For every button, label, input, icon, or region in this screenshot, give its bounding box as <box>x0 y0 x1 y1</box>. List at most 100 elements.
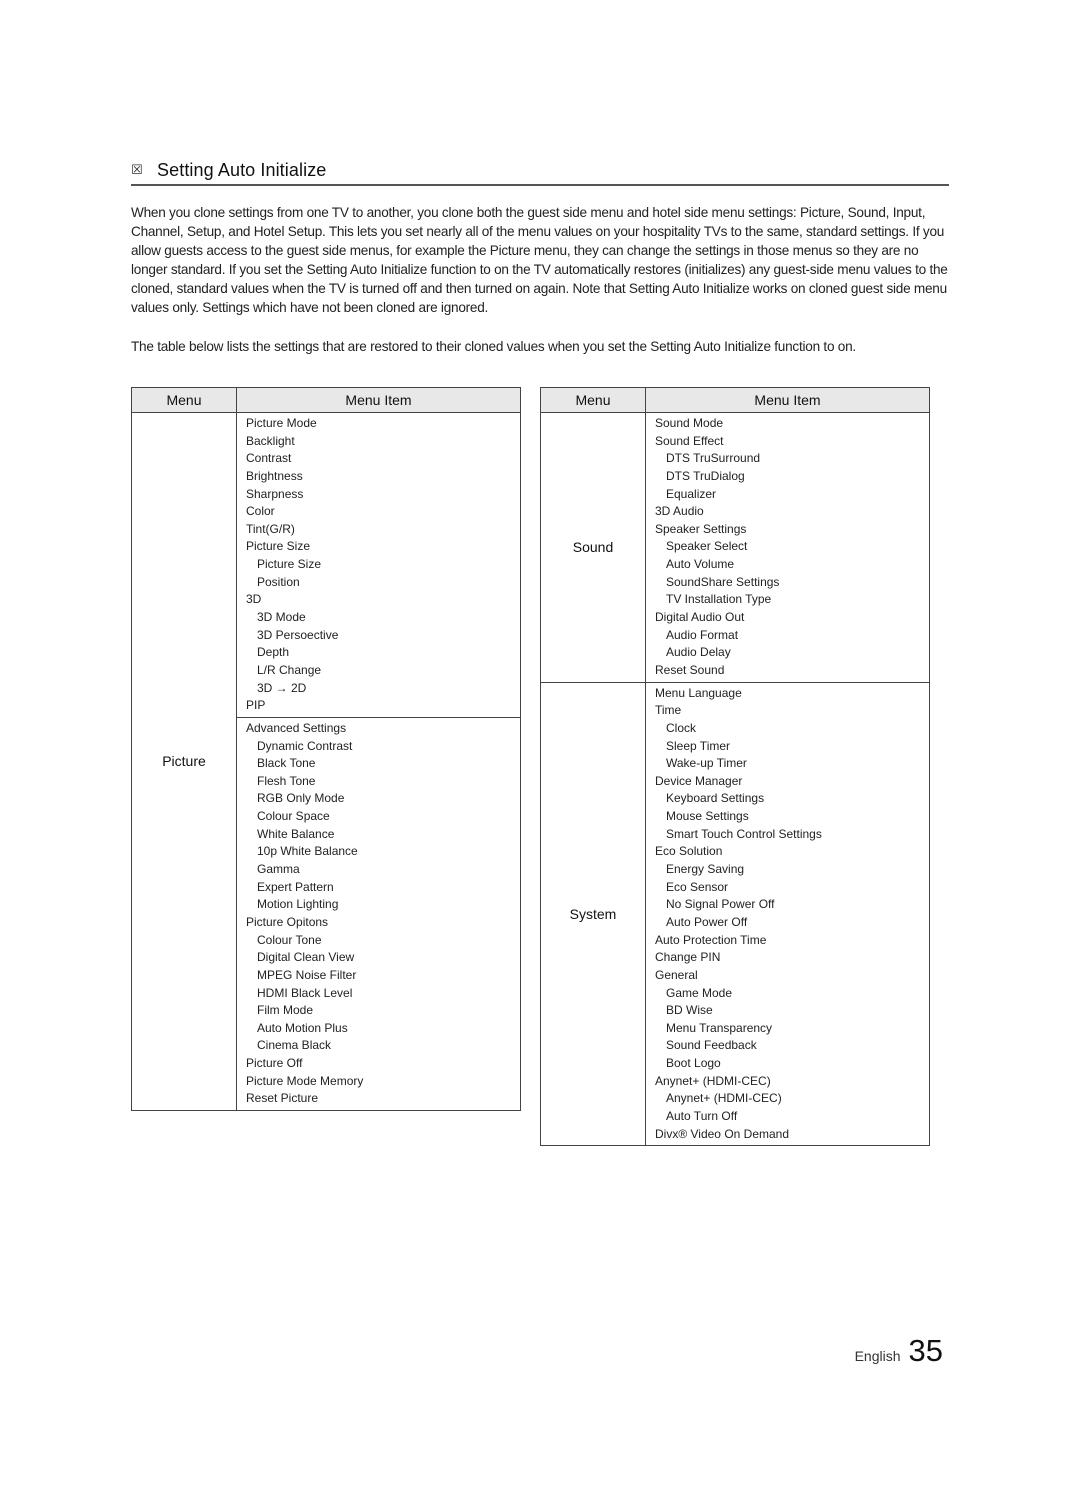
menu-item: Picture Mode <box>246 416 317 430</box>
header-menu: Menu <box>540 387 646 413</box>
menu-item: Boot Logo <box>666 1056 721 1071</box>
menu-item: Digital Clean View <box>257 950 355 965</box>
table-header-row: Menu Menu Item <box>131 387 521 413</box>
menu-item: Divx® Video On Demand <box>655 1126 790 1141</box>
menu-item: Gamma <box>257 862 300 877</box>
sound-system-settings-table: Menu Menu Item Sound Sound Mode Sound Eff… <box>540 387 930 1147</box>
menu-item: BD Wise <box>666 1003 713 1018</box>
menu-items-cell: Advanced Settings Dynamic Contrast Black T… <box>236 716 521 1111</box>
menu-item: Reset Sound <box>655 662 725 677</box>
menu-item: Auto Volume <box>666 557 735 572</box>
menu-item: HDMI Black Level <box>257 985 353 1000</box>
menu-item: Colour Tone <box>257 932 322 947</box>
menu-item: SoundShare Settings <box>666 574 780 589</box>
menu-item: Flesh Tone <box>257 773 316 788</box>
menu-item: Eco Solution <box>655 844 723 859</box>
table-row: Picture Picture Mode Backlight Contrast Bri… <box>131 412 521 1111</box>
menu-item: Eco Sensor <box>666 879 729 894</box>
header-menu: Menu <box>131 387 237 413</box>
menu-item: General <box>655 967 698 982</box>
menu-name-picture: Picture <box>131 412 237 1111</box>
menu-item: L/R Change <box>257 662 322 677</box>
menu-item: Black Tone <box>257 756 316 771</box>
menu-item: Auto Motion Plus <box>257 1020 348 1035</box>
section-heading: ☒ Setting Auto Initialize <box>131 156 949 186</box>
menu-item: Smart Touch Control Settings <box>666 826 822 841</box>
menu-item: Dynamic Contrast <box>257 738 353 753</box>
menu-item: Advanced Settings <box>246 720 347 735</box>
menu-item: 3D Mode <box>257 610 306 625</box>
menu-item: MPEG Noise Filter <box>257 967 357 982</box>
menu-item: Change PIN <box>655 950 721 965</box>
menu-item: Anynet+ (HDMI-CEC) <box>666 1091 782 1106</box>
intro-paragraph-1: When you clone settings from one TV to a… <box>131 205 948 316</box>
menu-item: 3D Audio <box>655 504 704 519</box>
menu-name-sound: Sound <box>540 412 646 683</box>
table-header-row: Menu Menu Item <box>540 387 930 413</box>
menu-item: Game Mode <box>666 985 733 1000</box>
menu-item: Auto Power Off <box>666 914 748 929</box>
table-row: System Menu Language Time Clock Sleep Timer… <box>540 681 930 1147</box>
menu-item: Speaker Settings <box>655 521 747 536</box>
header-menu-item: Menu Item <box>645 387 930 413</box>
menu-item: DTS TruSurround <box>666 451 761 466</box>
menu-item: Audio Format <box>666 627 739 642</box>
menu-item: Mouse Settings <box>666 809 749 824</box>
menu-items-cell: Sound Mode Sound Effect DTS TruSurround DTS… <box>645 412 930 683</box>
menu-item: Auto Turn Off <box>666 1108 738 1123</box>
menu-item: Depth <box>257 645 290 660</box>
menu-item: Keyboard Settings <box>666 791 765 806</box>
menu-item: Motion Lighting <box>257 897 339 912</box>
menu-item: Sound Mode <box>655 416 724 430</box>
menu-item: Sound Effect <box>655 433 724 448</box>
menu-item: Expert Pattern <box>257 879 334 894</box>
header-menu-item: Menu Item <box>236 387 521 413</box>
menu-item: Clock <box>666 720 697 735</box>
menu-item: Picture Size <box>257 557 322 572</box>
menu-item: Picture Mode Memory <box>246 1073 364 1088</box>
section-marker-icon: ☒ <box>131 162 143 178</box>
menu-item: Position <box>257 574 300 589</box>
menu-item: Picture Off <box>246 1056 303 1071</box>
intro-paragraph-2: The table below lists the settings that … <box>131 338 856 354</box>
menu-item: Menu Transparency <box>666 1020 773 1035</box>
intro-text: When you clone settings from one TV to a… <box>131 203 953 356</box>
menu-item: Picture Size <box>246 539 311 554</box>
menu-item: No Signal Power Off <box>666 897 775 912</box>
menu-item: Audio Delay <box>666 645 731 660</box>
menu-item: Digital Audio Out <box>655 610 745 625</box>
menu-item: Color <box>246 504 275 519</box>
menu-item: Tint(G/R) <box>246 521 295 536</box>
menu-item: 3D → 2D <box>257 680 307 695</box>
menu-items-cell: Picture Mode Backlight Contrast Brightness S… <box>236 412 521 718</box>
menu-item: Anynet+ (HDMI-CEC) <box>655 1073 771 1088</box>
menu-item: Brightness <box>246 468 303 483</box>
menu-item: White Balance <box>257 826 335 841</box>
menu-item: Contrast <box>246 451 292 466</box>
menu-item: RGB Only Mode <box>257 791 345 806</box>
menu-item: Auto Protection Time <box>655 932 767 947</box>
menu-item: Speaker Select <box>666 539 748 554</box>
menu-item: Time <box>655 703 682 718</box>
menu-item: Menu Language <box>655 685 742 700</box>
menu-item: Colour Space <box>257 809 330 824</box>
menu-item: Picture Opitons <box>246 914 329 929</box>
menu-item: Energy Saving <box>666 862 745 877</box>
menu-item: TV Installation Type <box>666 592 772 607</box>
menu-item: Sound Feedback <box>666 1038 757 1053</box>
menu-item: Wake-up Timer <box>666 756 747 771</box>
menu-item: 10p White Balance <box>257 844 358 859</box>
menu-item: Reset Picture <box>246 1091 319 1106</box>
picture-settings-table: Menu Menu Item Picture Picture Mode Backl… <box>131 387 521 1111</box>
section-title: Setting Auto Initialize <box>157 159 327 180</box>
menu-item: Device Manager <box>655 773 743 788</box>
menu-item: Film Mode <box>257 1003 314 1018</box>
menu-items-cell: Menu Language Time Clock Sleep Timer Wake-up… <box>645 681 930 1147</box>
menu-item: PIP <box>246 698 266 713</box>
table-row: Sound Sound Mode Sound Effect DTS TruSurro… <box>540 412 930 683</box>
menu-item: Sharpness <box>246 486 304 501</box>
menu-item: 3D Persoective <box>257 627 339 642</box>
menu-name-system: System <box>540 681 646 1147</box>
menu-item: Equalizer <box>666 486 717 501</box>
menu-item: 3D <box>246 592 262 607</box>
